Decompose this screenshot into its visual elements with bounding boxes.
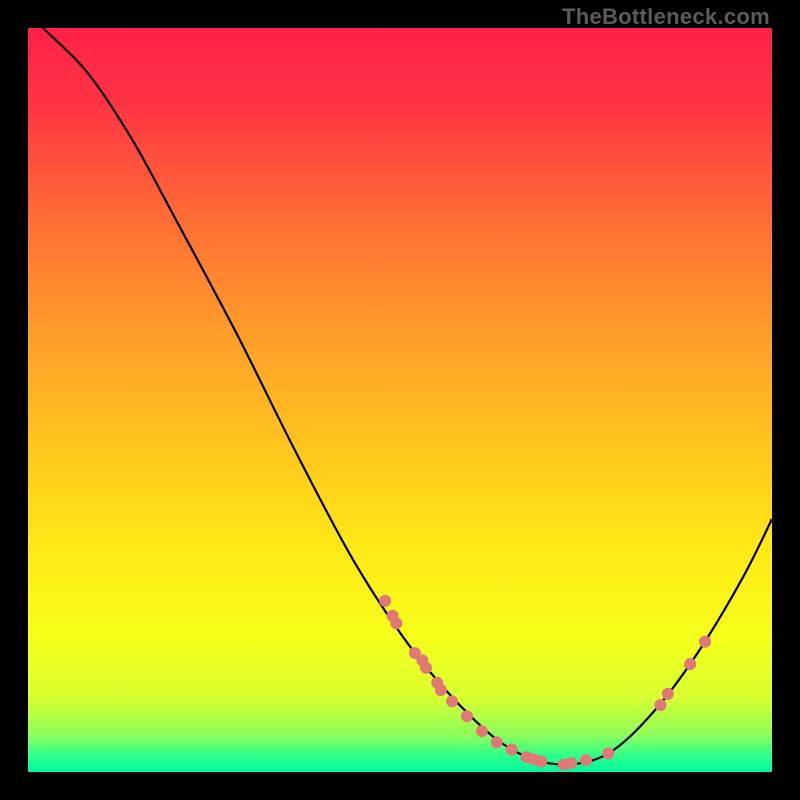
scatter-point: [684, 658, 696, 670]
scatter-point: [699, 636, 711, 648]
scatter-point: [461, 710, 473, 722]
scatter-point: [535, 756, 547, 768]
scatter-point: [446, 695, 458, 707]
chart-frame: [28, 28, 772, 772]
bottleneck-chart: [28, 28, 772, 772]
scatter-point: [435, 684, 447, 696]
scatter-point: [565, 757, 577, 769]
scatter-point: [506, 744, 518, 756]
scatter-point: [476, 725, 488, 737]
scatter-point: [420, 662, 432, 674]
scatter-point: [491, 736, 503, 748]
scatter-point: [379, 595, 391, 607]
scatter-point: [580, 754, 592, 766]
plot-background: [28, 28, 772, 772]
scatter-point: [662, 688, 674, 700]
scatter-point: [654, 699, 666, 711]
scatter-point: [390, 617, 402, 629]
scatter-point: [602, 747, 614, 759]
watermark-text: TheBottleneck.com: [562, 4, 770, 30]
